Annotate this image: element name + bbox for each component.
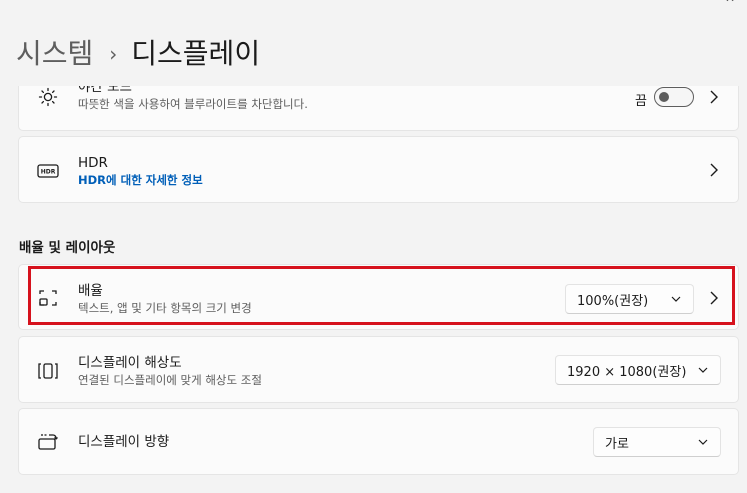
scale-subtitle: 텍스트, 앱 및 기타 항목의 크기 변경 bbox=[78, 301, 252, 315]
scale-icon bbox=[37, 287, 59, 309]
night-light-toggle[interactable] bbox=[654, 87, 694, 107]
night-light-card[interactable]: 야간 모드 따뜻한 색을 사용하여 블루라이트를 차단합니다. 끔 bbox=[18, 86, 739, 131]
resolution-dropdown[interactable]: 1920 × 1080(권장) bbox=[555, 355, 721, 385]
chevron-right-icon bbox=[708, 89, 720, 105]
svg-text:HDR: HDR bbox=[41, 169, 56, 176]
breadcrumb-system[interactable]: 시스템 bbox=[16, 34, 93, 74]
chevron-down-icon bbox=[698, 439, 708, 445]
night-light-title: 야간 모드 bbox=[78, 86, 132, 95]
chevron-right-icon bbox=[708, 162, 720, 178]
scale-title: 배율 bbox=[78, 283, 103, 299]
toggle-knob bbox=[659, 92, 669, 102]
night-light-state: 끔 bbox=[635, 94, 647, 109]
night-light-subtitle: 따뜻한 색을 사용하여 블루라이트를 차단합니다. bbox=[78, 97, 308, 111]
hdr-icon: HDR bbox=[37, 160, 59, 182]
brightness-icon bbox=[37, 86, 59, 108]
chevron-right-icon bbox=[708, 290, 720, 306]
orientation-icon bbox=[37, 432, 59, 454]
scale-dropdown[interactable]: 100%(권장) bbox=[565, 284, 694, 314]
scale-card[interactable]: 배율 텍스트, 앱 및 기타 항목의 크기 변경 100%(권장) bbox=[18, 264, 739, 330]
hdr-card[interactable]: HDR HDR HDR에 대한 자세한 정보 bbox=[18, 136, 739, 203]
chevron-down-icon bbox=[671, 296, 681, 302]
page-title: 디스플레이 bbox=[131, 37, 261, 70]
resolution-value: 1920 × 1080(권장) bbox=[567, 364, 687, 380]
orientation-title: 디스플레이 방향 bbox=[78, 434, 170, 450]
orientation-dropdown[interactable]: 가로 bbox=[593, 427, 721, 457]
chevron-down-icon bbox=[698, 367, 708, 373]
resolution-icon bbox=[37, 360, 59, 382]
resolution-card[interactable]: 디스플레이 해상도 연결된 디스플레이에 맞게 해상도 조절 1920 × 10… bbox=[18, 336, 739, 403]
breadcrumb-separator: › bbox=[109, 42, 118, 66]
resolution-subtitle: 연결된 디스플레이에 맞게 해상도 조절 bbox=[78, 373, 262, 387]
close-button[interactable]: ✕ bbox=[725, 0, 735, 4]
hdr-info-link[interactable]: HDR에 대한 자세한 정보 bbox=[78, 172, 203, 188]
orientation-value: 가로 bbox=[605, 436, 629, 452]
window-controls: ✕ bbox=[667, 0, 747, 6]
section-scale-layout: 배율 및 레이아웃 bbox=[19, 240, 116, 256]
hdr-title: HDR bbox=[78, 155, 108, 171]
scale-value: 100%(권장) bbox=[577, 293, 649, 309]
resolution-title: 디스플레이 해상도 bbox=[78, 355, 182, 371]
orientation-card[interactable]: 디스플레이 방향 가로 bbox=[18, 408, 739, 475]
breadcrumb: 시스템 › 디스플레이 bbox=[16, 34, 260, 74]
